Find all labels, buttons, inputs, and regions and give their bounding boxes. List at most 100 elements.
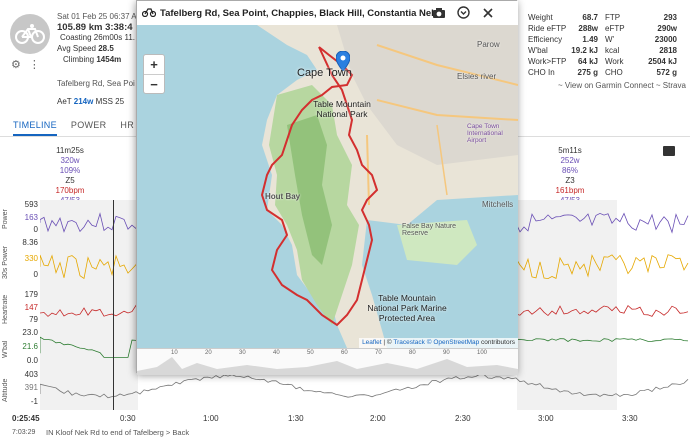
zoom-in-button[interactable]: + [144,55,164,75]
route-name: Tafelberg Rd, Sea Point, ... [57,79,135,88]
x-tick: 1:00 [203,414,219,423]
metric-label: W'bal [528,46,548,55]
metric-label: CHO [605,68,623,77]
lap-zone: Z3 [565,176,575,185]
lane-axis-value: 23.0 [22,328,38,337]
segment-label[interactable]: IN Kloof Nek Rd to end of Tafelberg > Ba… [46,428,189,437]
credits-tail: contributors [479,339,515,346]
close-icon[interactable] [482,6,494,24]
lap-pct: 109% [59,166,81,175]
leaflet-link[interactable]: Leaflet [362,339,382,346]
metric-row: Work>FTP 64 kJ [528,56,598,67]
place-marine-area: Table Mountain National Park Marine Prot… [367,293,447,323]
bike-icon [141,7,157,20]
aet-value: 214w [73,97,94,106]
map-popup[interactable]: Tafelberg Rd, Sea Point, Chappies, Black… [136,0,518,375]
mss-label: MSS [95,97,113,106]
tracestack-link[interactable]: Tracestack [393,339,425,346]
place-cape-town: Cape Town [297,67,352,79]
climbing-value: 1454m [96,55,122,64]
avg-speed: Avg Speed 28.5 [57,44,114,53]
mss-value: 25 [115,97,125,106]
lane-axis-value: 391 [24,383,38,393]
lane-axis-value: 403 [24,370,38,379]
gear-icon[interactable]: ⚙ [11,58,21,71]
metric-label: eFTP [605,24,625,33]
lap-summary-right: 5m11s 252w 86% Z3 161bpm 47/53 [540,146,600,206]
metric-value: 1.49 [582,35,598,44]
lane-axis-value: -1 [30,396,38,406]
coasting: Coasting 26m00s 11. [60,33,135,42]
elev-tick: 40 [273,350,280,356]
zoom-out-button[interactable]: − [144,75,164,95]
metric-label: FTP [605,13,621,22]
metric-value: 293 [663,13,677,22]
lap-duration: 11m25s [56,146,84,155]
lane-axis-value: 593 [24,200,38,209]
metrics-mid: Weight 68.7 Ride eFTP 288w Efficiency 1.49 W'b… [528,12,598,78]
lane-axis-value: 330 [24,254,38,263]
metric-value: 2504 kJ [648,57,677,66]
metric-value: 23000 [654,35,677,44]
lap-power: 252w [560,156,580,165]
aet-mss: AeT 214w MSS 25 [57,97,124,106]
duration: 3:38:4 [105,22,133,33]
metric-row: Work 2504 kJ [605,56,677,67]
metric-row: Ride eFTP 288w [528,23,598,34]
avg-speed-value: 28.5 [98,44,114,53]
metric-value: 64 kJ [577,57,598,66]
elev-tick: 10 [171,350,178,356]
place-hout-bay: Hout Bay [265,192,301,201]
metric-row: CHO In 275 g [528,67,598,78]
metric-label: Efficiency [528,35,563,44]
activity-datetime: Sat 01 Feb 25 06:37 AM [57,12,143,21]
bike-icon [10,14,50,54]
camera-icon[interactable] [432,6,446,24]
place-mitchells: Mitchells [482,200,514,209]
metric-value: 290w [657,24,677,33]
climbing-label: Climbing [63,55,95,64]
metric-row: kcal 2818 [605,45,677,56]
lane-axis-value: 147 [24,302,38,312]
metric-row: W' 23000 [605,34,677,45]
tab-power[interactable]: POWER [71,116,107,136]
lap-summary-left: 11m25s 320w 109% Z5 170bpm 47/53 [40,146,100,206]
x-tick: 3:30 [622,414,638,423]
menu-icon[interactable]: ⋮ [29,58,40,71]
metrics-right: FTP 293 eFTP 290w W' 23000 kcal 2818 Work 2504 kJ… [605,12,677,78]
elev-tick: 20 [205,350,212,356]
lane-axis-value: 8.36 [22,238,38,247]
tab-bar: TIMELINE POWER HR [0,116,140,136]
credits-sep: | © [381,339,394,346]
elevation-strip[interactable]: 10 20 30 40 50 60 70 80 90 100 [137,348,518,375]
map[interactable]: + − Cape Town Table Mountain National Pa… [137,25,518,348]
zoom-control: + − [143,54,165,94]
lane-axis-value: 0.0 [26,356,38,365]
tab-timeline[interactable]: TIMELINE [13,116,57,136]
x-tick: 2:00 [370,414,386,423]
map-credits: Leaflet | © Tracestack © OpenStreetMap c… [359,338,518,348]
metric-value: 288w [578,24,598,33]
elev-tick: 100 [477,350,488,356]
time-cursor[interactable] [113,200,114,410]
distance: 105.89 km [57,22,103,33]
activity-date: Sat 01 Feb 25 [57,12,108,21]
header-actions: ⚙ ⋮ [11,58,40,71]
elev-tick: 80 [409,350,416,356]
metric-row: Efficiency 1.49 [528,34,598,45]
elevation-profile [137,357,518,375]
lap-duration: 5m11s [558,146,582,155]
elev-tick: 60 [341,350,348,356]
tab-hr[interactable]: HR [120,116,134,136]
osm-link[interactable]: © OpenStreetMap [427,339,479,346]
metric-value: 572 g [656,68,677,77]
garmin-strava-links[interactable]: ~ View on Garmin Connect ~ Strava [558,81,686,90]
popup-title: Tafelberg Rd, Sea Point, Chappies, Black… [160,7,437,19]
cursor-time: 0:25:45 [12,414,40,423]
comment-icon[interactable] [663,146,675,156]
x-tick: 1:30 [288,414,304,423]
chevron-down-icon[interactable] [457,6,470,24]
metric-label: Ride eFTP [528,24,567,33]
lap-power: 320w [60,156,80,165]
place-elsies: Elsies river [457,72,497,81]
